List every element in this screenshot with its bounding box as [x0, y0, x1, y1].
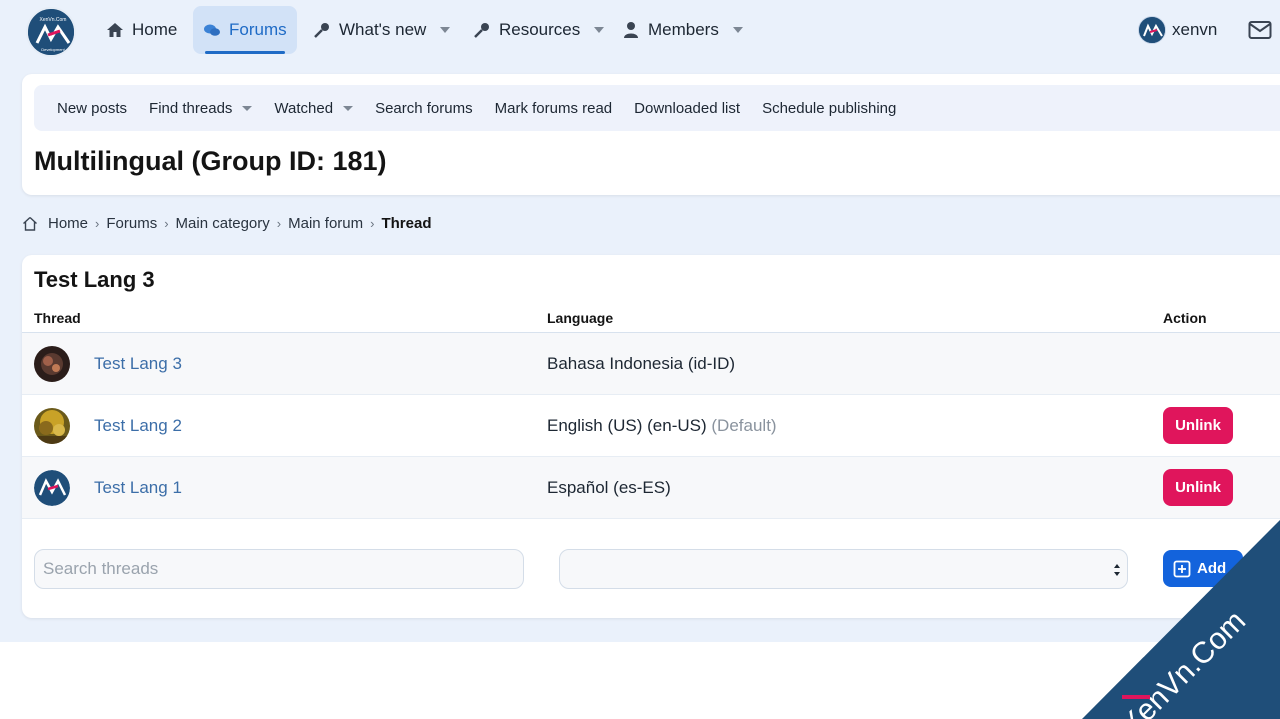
language-cell: Bahasa Indonesia (id-ID): [547, 354, 735, 374]
watermark: XenVn.Com: [1082, 520, 1280, 719]
subnav-label: Search forums: [375, 99, 473, 117]
table-row: Test Lang 1 Español (es-ES) Unlink: [22, 457, 1280, 519]
subnav-label: New posts: [57, 99, 128, 117]
avatar[interactable]: [34, 346, 70, 382]
breadcrumb-home[interactable]: Home: [48, 215, 88, 232]
nav-home-label: Home: [132, 20, 178, 39]
nav-home[interactable]: Home: [96, 6, 187, 54]
key-icon: [474, 23, 489, 38]
table-row: Test Lang 3 Bahasa Indonesia (id-ID): [22, 333, 1280, 395]
chevron-down-icon: [732, 27, 743, 33]
home-icon: [107, 23, 123, 37]
thread-link[interactable]: Test Lang 3: [94, 354, 182, 374]
key-icon: [314, 23, 329, 38]
avatar: [1138, 16, 1166, 44]
language-name: Bahasa Indonesia (id-ID): [547, 354, 736, 373]
envelope-icon[interactable]: [1248, 20, 1272, 45]
thread-link[interactable]: Test Lang 2: [94, 416, 182, 436]
nav-resources-label: Resources: [499, 20, 581, 39]
sub-navigation: New posts Find threads Watched Search fo…: [34, 85, 1280, 131]
language-name: English (US) (en-US): [547, 416, 707, 435]
page-header: New posts Find threads Watched Search fo…: [22, 74, 1280, 195]
subnav-new-posts[interactable]: New posts: [46, 85, 138, 131]
subnav-find-threads[interactable]: Find threads: [138, 85, 263, 131]
language-name: Español (es-ES): [547, 478, 671, 497]
subnav-label: Downloaded list: [634, 99, 741, 117]
user-menu[interactable]: xenvn: [1138, 16, 1217, 44]
breadcrumb-thread[interactable]: Thread: [381, 215, 431, 232]
home-icon: [23, 216, 37, 231]
search-threads-input[interactable]: [34, 549, 524, 589]
subnav-label: Watched: [274, 99, 334, 117]
page-title: Multilingual (Group ID: 181): [34, 146, 387, 176]
subnav-label: Find threads: [149, 99, 233, 117]
subnav-label: Mark forums read: [494, 99, 613, 117]
chevron-right-icon: ›: [370, 216, 375, 231]
column-header-action: Action: [1163, 310, 1207, 326]
subnav-watched[interactable]: Watched: [263, 85, 364, 131]
subnav-label: Schedule publishing: [762, 99, 897, 117]
subnav-search-forums[interactable]: Search forums: [364, 85, 484, 131]
nav-resources[interactable]: Resources: [463, 6, 614, 54]
site-logo[interactable]: XenVn.Com Development: [26, 7, 76, 57]
breadcrumb-main-category[interactable]: Main category: [176, 215, 270, 232]
user-icon: [624, 22, 638, 38]
svg-text:XenVn.Com: XenVn.Com: [40, 17, 67, 23]
breadcrumb: Home › Forums › Main category › Main for…: [22, 215, 432, 232]
nav-forums[interactable]: Forums: [193, 6, 297, 54]
nav-whats-new[interactable]: What's new: [303, 6, 460, 54]
chevron-right-icon: ›: [276, 216, 282, 231]
chevron-down-icon: [594, 27, 605, 33]
language-cell: English (US) (en-US) (Default): [547, 416, 777, 436]
chevron-down-icon: [343, 105, 354, 111]
column-header-thread: Thread: [34, 310, 81, 326]
default-label: (Default): [711, 416, 777, 435]
breadcrumb-main-forum[interactable]: Main forum: [288, 215, 363, 232]
nav-forums-label: Forums: [229, 20, 287, 39]
column-header-language: Language: [547, 310, 614, 326]
language-cell: Español (es-ES): [547, 478, 671, 498]
subnav-mark-forums-read[interactable]: Mark forums read: [484, 85, 624, 131]
breadcrumb-forums[interactable]: Forums: [106, 215, 157, 232]
table-row: Test Lang 2 English (US) (en-US) (Defaul…: [22, 395, 1280, 457]
subnav-downloaded-list[interactable]: Downloaded list: [623, 85, 751, 131]
nav-members-label: Members: [648, 20, 719, 39]
subnav-schedule-publishing[interactable]: Schedule publishing: [751, 85, 907, 131]
svg-text:Development: Development: [41, 47, 65, 52]
language-select[interactable]: [559, 549, 1128, 589]
chevron-down-icon: [440, 27, 451, 33]
chevron-right-icon: ›: [164, 216, 169, 231]
avatar[interactable]: [34, 408, 70, 444]
nav-members[interactable]: Members: [612, 6, 753, 54]
nav-whats-new-label: What's new: [339, 20, 427, 39]
chevron-right-icon: ›: [95, 216, 100, 231]
block-title: Test Lang 3: [34, 267, 155, 292]
top-navigation: XenVn.Com Development Home Forums What's…: [0, 0, 1280, 64]
unlink-button[interactable]: Unlink: [1163, 469, 1233, 506]
forums-icon: [204, 24, 220, 36]
chevron-down-icon: [242, 105, 253, 111]
unlink-button[interactable]: Unlink: [1163, 407, 1233, 444]
thread-link[interactable]: Test Lang 1: [94, 478, 182, 498]
username: xenvn: [1172, 20, 1218, 39]
avatar[interactable]: [34, 470, 70, 506]
